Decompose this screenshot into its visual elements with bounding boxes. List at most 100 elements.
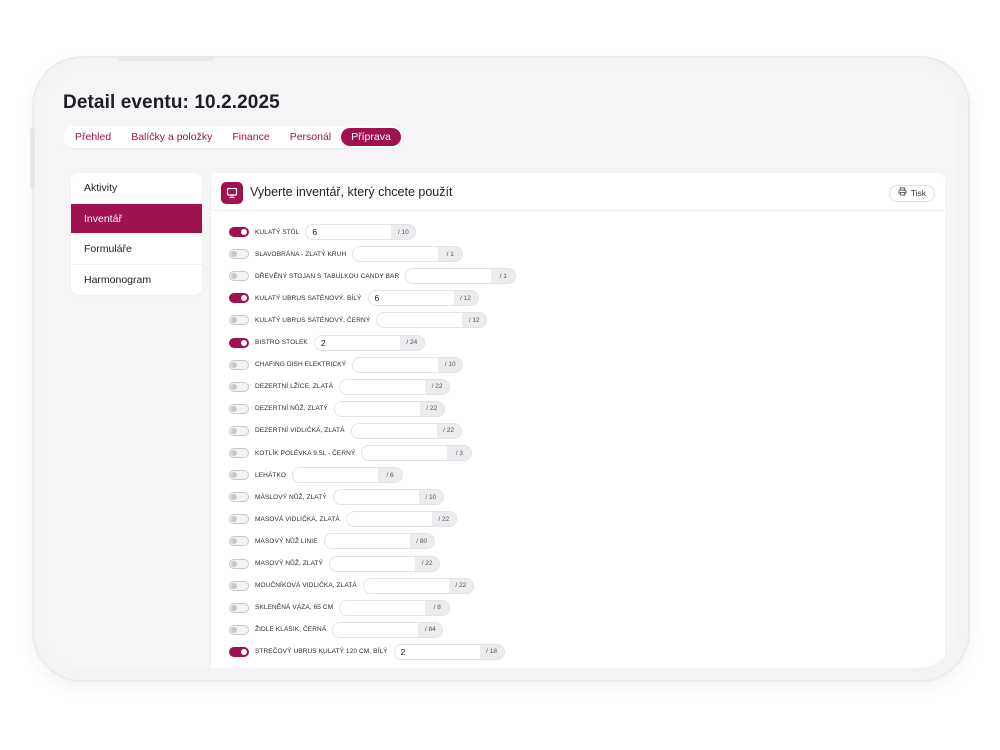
quantity-field: / 22 — [345, 511, 457, 528]
quantity-input[interactable] — [406, 269, 492, 284]
inventory-toggle[interactable] — [229, 403, 249, 414]
quantity-field: / 22 — [329, 555, 441, 572]
inventory-label: Dezertní vidlička, zlatá — [255, 427, 345, 435]
quantity-input[interactable] — [333, 490, 419, 505]
inventory-toggle[interactable] — [229, 492, 249, 503]
quantity-input[interactable] — [333, 622, 419, 637]
tab-prehled[interactable]: Přehled — [65, 128, 121, 146]
sidebar-item-aktivity[interactable]: Aktivity — [71, 173, 202, 204]
quantity-max: / 12 — [462, 313, 487, 328]
inventory-panel: Vyberte inventář, který chcete použít Ti… — [211, 173, 945, 668]
quantity-input[interactable] — [340, 600, 426, 615]
quantity-field: / 10 — [352, 356, 464, 373]
quantity-input[interactable] — [293, 468, 379, 483]
quantity-field: / 12 — [367, 290, 479, 307]
quantity-input[interactable] — [314, 335, 400, 350]
tab-personal[interactable]: Personál — [280, 128, 341, 146]
inventory-label: Dezertní nůž, zlatý — [255, 405, 328, 413]
toggle-knob — [241, 295, 247, 302]
inventory-row: Kulatý stůl / 10 — [229, 223, 417, 241]
inventory-row: Skleněná váza, 65 cm / 8 — [229, 599, 451, 617]
quantity-input[interactable] — [306, 225, 392, 239]
page-title: Detail eventu: 10.2.2025 — [63, 92, 280, 113]
quantity-max: / 8 — [425, 600, 450, 615]
tab-balicky-a-polozky[interactable]: Balíčky a položky — [121, 128, 222, 146]
print-button[interactable]: Tisk — [888, 185, 935, 202]
inventory-label: Moučníková vidlička, zlatá — [255, 582, 357, 590]
quantity-field: / 18 — [393, 643, 505, 660]
inventory-label: Židle Klasik, černá — [255, 626, 327, 634]
quantity-input[interactable] — [368, 291, 454, 306]
inventory-row: Masový nůž Linie / 80 — [229, 532, 435, 550]
inventory-toggle[interactable] — [229, 624, 249, 635]
inventory-toggle[interactable] — [229, 315, 249, 326]
panel-title: Vyberte inventář, který chcete použít — [250, 185, 453, 199]
quantity-max: / 22 — [448, 578, 473, 593]
tab-finance[interactable]: Finance — [222, 128, 279, 146]
quantity-input[interactable] — [330, 556, 416, 571]
quantity-max: / 22 — [431, 512, 456, 527]
quantity-field: / 10 — [332, 489, 444, 506]
inventory-toggle[interactable] — [229, 249, 249, 260]
inventory-label: Kotlík polévka 9.5l - černý — [255, 449, 356, 457]
sidebar-item-harmonogram[interactable]: Harmonogram — [71, 265, 202, 296]
toggle-knob — [231, 317, 237, 324]
toggle-knob — [231, 582, 237, 589]
quantity-max: / 10 — [418, 490, 443, 505]
quantity-input[interactable] — [340, 379, 426, 394]
quantity-input[interactable] — [351, 423, 437, 438]
inventory-row: Masový nůž, zlatý / 22 — [229, 555, 441, 573]
inventory-label: Masová vidlička, zlatá — [255, 515, 340, 523]
inventory-toggle[interactable] — [229, 227, 249, 237]
quantity-input[interactable] — [346, 512, 432, 527]
toggle-knob — [231, 427, 237, 434]
quantity-input[interactable] — [353, 247, 439, 262]
quantity-max: / 22 — [415, 556, 440, 571]
toggle-knob — [231, 383, 237, 390]
app-screen: Detail eventu: 10.2.2025 Přehled Balíčky… — [46, 70, 956, 668]
inventory-toggle[interactable] — [229, 359, 249, 370]
quantity-max: / 1 — [491, 269, 516, 284]
quantity-input[interactable] — [362, 446, 448, 460]
quantity-max: / 84 — [418, 622, 443, 637]
inventory-toggle[interactable] — [229, 293, 249, 304]
inventory-row: Dezertní lžíce, zlatá / 22 — [229, 378, 451, 396]
inventory-toggle[interactable] — [229, 337, 249, 348]
inventory-toggle[interactable] — [229, 448, 249, 458]
inventory-toggle[interactable] — [229, 558, 249, 569]
quantity-field: / 1 — [405, 268, 517, 285]
inventory-row: Moučníková vidlička, zlatá / 22 — [229, 577, 474, 595]
quantity-field: / 22 — [339, 378, 451, 395]
quantity-field: / 3 — [361, 445, 473, 461]
inventory-row: Masová vidlička, zlatá / 22 — [229, 510, 457, 528]
quantity-input[interactable] — [324, 534, 410, 549]
sidebar-item-formulare[interactable]: Formuláře — [71, 234, 202, 265]
inventory-toggle[interactable] — [229, 602, 249, 613]
inventory-row: Slavobrána - zlatý kruh / 1 — [229, 245, 464, 263]
quantity-input[interactable] — [377, 313, 463, 328]
inventory-toggle[interactable] — [229, 514, 249, 525]
toggle-knob — [231, 516, 237, 523]
inventory-toggle[interactable] — [229, 536, 249, 547]
toggle-knob — [231, 560, 237, 567]
inventory-toggle[interactable] — [229, 646, 249, 657]
inventory-row: Bistro stolek / 24 — [229, 334, 425, 352]
section-sidebar: Aktivity Inventář Formuláře Harmonogram — [71, 173, 202, 295]
quantity-input[interactable] — [394, 644, 480, 659]
tab-priprava[interactable]: Příprava — [341, 128, 401, 146]
quantity-field: / 22 — [362, 577, 474, 594]
inventory-toggle[interactable] — [229, 580, 249, 591]
sidebar-item-inventar[interactable]: Inventář — [71, 203, 202, 234]
inventory-label: Kulatý ubrus saténový, bílý — [255, 294, 362, 302]
inventory-toggle[interactable] — [229, 271, 249, 282]
quantity-field: / 8 — [339, 599, 451, 616]
inventory-toggle[interactable] — [229, 381, 249, 392]
quantity-input[interactable] — [353, 357, 439, 372]
quantity-input[interactable] — [334, 401, 420, 416]
inventory-label: Strečový ubrus kulatý 120 cm, bílý — [255, 648, 388, 656]
inventory-label: Dřevěný stojan s tabulkou Candy bar — [255, 272, 400, 280]
inventory-toggle[interactable] — [229, 425, 249, 436]
quantity-max: / 22 — [419, 401, 444, 416]
inventory-toggle[interactable] — [229, 470, 249, 481]
quantity-input[interactable] — [363, 578, 449, 593]
